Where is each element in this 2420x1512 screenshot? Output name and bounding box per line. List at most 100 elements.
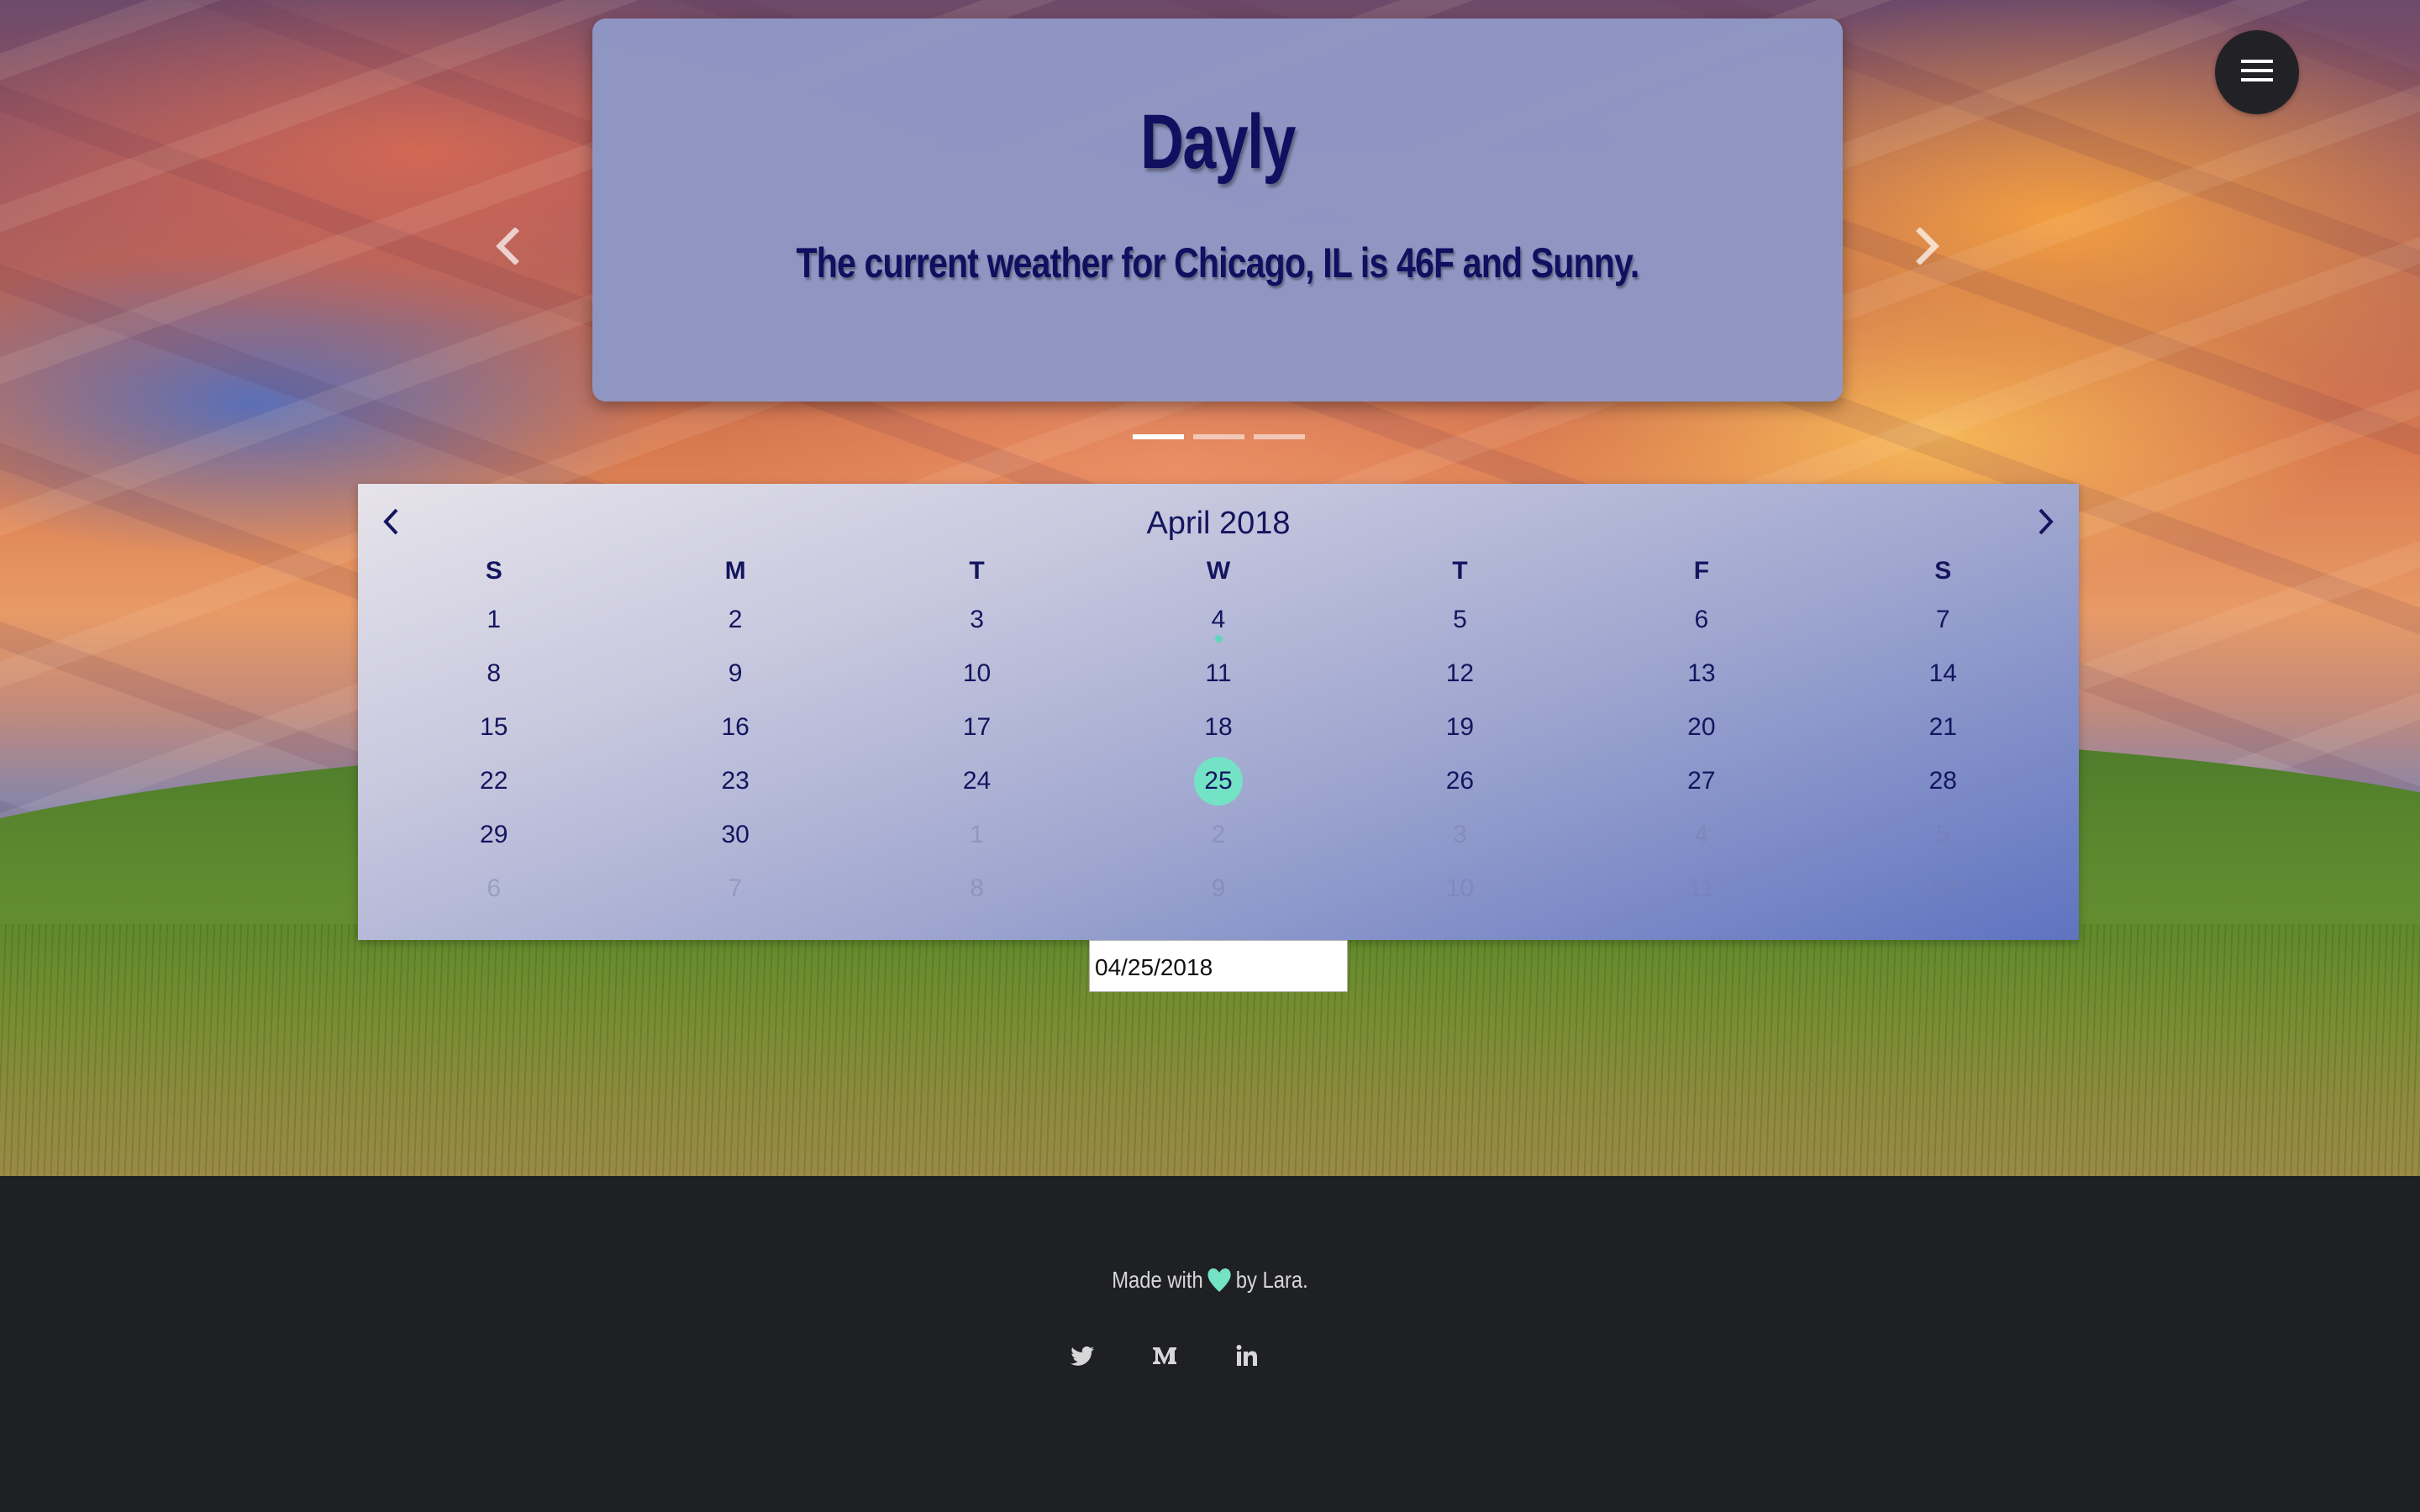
weekday-label: T	[1452, 557, 1468, 585]
twitter-icon	[1069, 1342, 1096, 1373]
calendar-day-outside-month[interactable]: 9	[1097, 862, 1339, 916]
calendar-week-row: 15 16 17 18 19 20 21	[358, 701, 2079, 754]
calendar-day[interactable]: 5	[1339, 593, 1581, 647]
calendar-day[interactable]: 22	[373, 754, 614, 808]
calendar-day-outside-month[interactable]: 6	[373, 862, 614, 916]
calendar-day[interactable]: 27	[1581, 754, 1822, 808]
carousel-prev-button[interactable]	[487, 226, 529, 269]
calendar-day[interactable]: 23	[614, 754, 855, 808]
menu-button[interactable]	[2215, 30, 2299, 114]
calendar-day-number: 28	[1928, 767, 1957, 795]
calendar-day-outside-month[interactable]: 4	[1581, 808, 1822, 862]
calendar-day[interactable]: 4	[1097, 593, 1339, 647]
weekday-label: W	[1206, 557, 1231, 585]
calendar-day-number: 13	[1687, 659, 1716, 687]
calendar-next-month-button[interactable]	[2027, 504, 2065, 543]
carousel-next-button[interactable]	[1906, 226, 1948, 269]
made-with-credit: Made with by Lara.	[182, 1267, 2238, 1299]
calendar-day-number: 1	[487, 606, 502, 633]
calendar-day[interactable]: 6	[1581, 593, 1822, 647]
calendar-day-outside-month[interactable]: 12	[1823, 862, 2064, 916]
calendar-day[interactable]: 2	[614, 593, 855, 647]
calendar-day-number: 6	[1694, 606, 1709, 633]
calendar-day-outside-month[interactable]: 10	[1339, 862, 1581, 916]
weekday-label: S	[485, 557, 502, 585]
date-input[interactable]	[1089, 940, 1348, 992]
calendar-day-number: 8	[487, 659, 502, 687]
calendar-day-outside-month[interactable]: 2	[1097, 808, 1339, 862]
calendar-day-number: 26	[1445, 767, 1475, 795]
calendar-day[interactable]: 19	[1339, 701, 1581, 754]
calendar-day[interactable]: 26	[1339, 754, 1581, 808]
calendar-day[interactable]: 21	[1823, 701, 2064, 754]
calendar-day-number: 17	[962, 713, 992, 741]
calendar-day-outside-month[interactable]: 11	[1581, 862, 1822, 916]
calendar-day[interactable]: 16	[614, 701, 855, 754]
weekday-label: S	[1934, 557, 1952, 585]
calendar-day-outside-month[interactable]: 1	[856, 808, 1097, 862]
calendar-grid: S M T W T F S 1 2 3 4 5 6 7 8 9 10 11 12 13 14 15 16 17 1…	[358, 549, 2079, 916]
event-dot-indicator	[1214, 635, 1223, 643]
calendar-day[interactable]: 30	[614, 808, 855, 862]
calendar-day-number: 23	[721, 767, 750, 795]
calendar-day-outside-month[interactable]: 5	[1823, 808, 2064, 862]
calendar-day-number: 29	[480, 821, 508, 848]
calendar-day-number: 18	[1204, 713, 1233, 741]
calendar-day-number: 12	[1928, 874, 1957, 902]
calendar-day[interactable]: 11	[1097, 647, 1339, 701]
calendar-day-number: 3	[1453, 821, 1467, 848]
calendar-day-number: 4	[1694, 821, 1709, 848]
calendar-weeks: 1 2 3 4 5 6 7 8 9 10 11 12 13 14 15 16 17 18 19 20 21 22 23 24 2…	[358, 593, 2079, 916]
calendar-day[interactable]: 20	[1581, 701, 1822, 754]
calendar-day[interactable]: 9	[614, 647, 855, 701]
made-with-prefix: Made with	[1112, 1267, 1203, 1293]
calendar-day[interactable]: 13	[1581, 647, 1822, 701]
weekday-label: F	[1693, 557, 1710, 585]
calendar-day-outside-month[interactable]: 3	[1339, 808, 1581, 862]
carousel-indicator-3[interactable]	[1254, 434, 1305, 439]
calendar-week-row: 29 30 1 2 3 4 5	[358, 808, 2079, 862]
calendar-day-number: 20	[1687, 713, 1716, 741]
calendar-day[interactable]: 8	[373, 647, 614, 701]
calendar-prev-month-button[interactable]	[371, 504, 410, 543]
calendar-day[interactable]: 14	[1823, 647, 2064, 701]
calendar-day-number: 19	[1445, 713, 1475, 741]
calendar-day[interactable]: 28	[1823, 754, 2064, 808]
medium-link[interactable]	[1150, 1342, 1180, 1373]
heart-icon	[1207, 1268, 1232, 1299]
calendar-day-number: 27	[1687, 767, 1716, 795]
weekday-label: M	[724, 557, 746, 585]
calendar-day-selected[interactable]: 25	[1097, 754, 1339, 808]
calendar-day-outside-month[interactable]: 8	[856, 862, 1097, 916]
calendar-day-number: 15	[480, 713, 508, 741]
linkedin-link[interactable]	[1232, 1342, 1262, 1373]
calendar-day-number: 10	[1445, 874, 1475, 902]
calendar-day[interactable]: 17	[856, 701, 1097, 754]
calendar-day-number: 4	[1211, 606, 1226, 633]
twitter-link[interactable]	[1067, 1342, 1097, 1373]
calendar-day[interactable]: 29	[373, 808, 614, 862]
weather-carousel-card: Dayly The current weather for Chicago, I…	[592, 18, 1843, 402]
calendar-day-number: 22	[480, 767, 508, 795]
calendar-day-number: 2	[728, 606, 743, 633]
calendar-day[interactable]: 7	[1823, 593, 2064, 647]
carousel-indicator-2[interactable]	[1193, 434, 1244, 439]
calendar-day[interactable]: 18	[1097, 701, 1339, 754]
calendar-day[interactable]: 24	[856, 754, 1097, 808]
calendar-day-outside-month[interactable]: 7	[614, 862, 855, 916]
calendar-day[interactable]: 12	[1339, 647, 1581, 701]
calendar-day-number: 7	[1935, 606, 1950, 633]
calendar-month-title: April 2018	[1146, 506, 1291, 541]
calendar-day-number: 3	[970, 606, 984, 633]
medium-icon	[1151, 1342, 1178, 1373]
calendar-day-number: 25	[1193, 757, 1243, 806]
carousel-indicator-1[interactable]	[1133, 434, 1184, 439]
calendar-day[interactable]: 15	[373, 701, 614, 754]
calendar-day-number: 8	[970, 874, 984, 902]
weekday-label: T	[969, 557, 985, 585]
calendar-day[interactable]: 1	[373, 593, 614, 647]
calendar-header: April 2018	[358, 504, 2079, 543]
calendar-day[interactable]: 10	[856, 647, 1097, 701]
calendar-day-number: 16	[721, 713, 750, 741]
calendar-day[interactable]: 3	[856, 593, 1097, 647]
